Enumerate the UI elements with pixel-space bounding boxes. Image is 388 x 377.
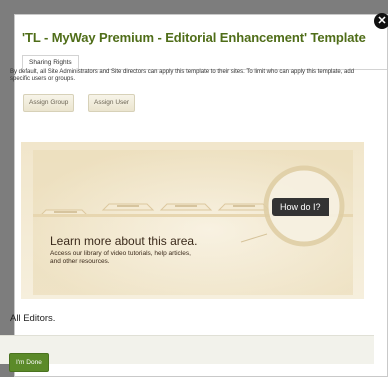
how-do-i-button[interactable]: How do I? (272, 198, 329, 216)
im-done-button[interactable]: I'm Done (9, 353, 49, 372)
dialog-title: 'TL - MyWay Premium - Editorial Enhancem… (22, 30, 366, 45)
assign-user-button[interactable]: Assign User (88, 94, 136, 112)
promo-title: Learn more about this area. (50, 234, 198, 248)
promo-illustration (21, 142, 364, 299)
close-icon[interactable]: ✕ (374, 13, 388, 29)
promo-subtitle: Access our library of video tutorials, h… (50, 250, 191, 265)
assign-group-button[interactable]: Assign Group (23, 94, 75, 112)
editors-text: All Editors. (10, 313, 56, 324)
tab-bar: Sharing Rights (22, 55, 387, 71)
dialog-footer (0, 335, 374, 364)
sharing-description: By default, all Site Administrators and … (10, 69, 355, 82)
help-promo-banner[interactable] (21, 142, 364, 299)
